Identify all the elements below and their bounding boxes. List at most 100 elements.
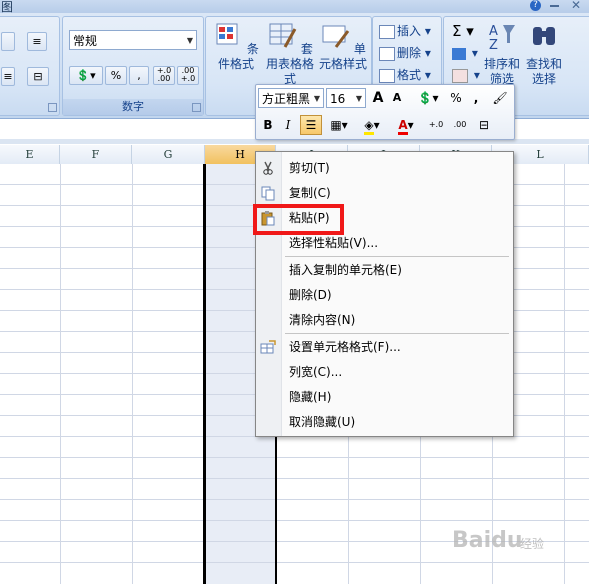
svg-text:Z: Z [489, 38, 498, 51]
font-color-icon: A [398, 118, 408, 135]
menu-item-format-cells[interactable]: 设置单元格格式(F)... [256, 336, 513, 358]
number-launcher-icon[interactable] [192, 103, 201, 112]
center-align-icon[interactable]: ☰ [300, 115, 322, 135]
binoculars-icon [533, 27, 555, 45]
close-icon[interactable]: ✕ [571, 0, 581, 12]
accounting-format-button[interactable]: 💲▾ [412, 89, 444, 107]
grid-line [0, 520, 589, 521]
chevron-down-icon[interactable]: ▼ [356, 89, 362, 109]
format-button[interactable]: 格式 ▾ [379, 65, 431, 85]
align-button[interactable] [1, 32, 15, 51]
scissors-icon [263, 161, 273, 175]
fill-button[interactable]: ▾ [452, 43, 478, 63]
menu-item-label: 取消隐藏(U) [289, 415, 356, 429]
autosum-button[interactable]: Σ ▾ [452, 21, 474, 41]
menu-item-clear-contents[interactable]: 清除内容(N) [256, 309, 513, 331]
cell-styles-icon [322, 25, 350, 48]
menu-item-cut[interactable]: 剪切(T) [256, 157, 513, 179]
menu-separator [285, 256, 509, 257]
menu-item-label: 插入复制的单元格(E) [289, 263, 402, 277]
column-header-g[interactable]: G [132, 145, 205, 164]
number-group-label: 数字 [63, 99, 203, 115]
baidu-watermark: Baidu [452, 528, 523, 553]
font-name-select[interactable]: 方正粗黑 ▼ [258, 88, 324, 108]
table-format-icon [269, 23, 297, 48]
font-color-button[interactable]: A▾ [392, 116, 420, 135]
title-bar: 图 ? ✕ [0, 0, 589, 14]
clear-button[interactable]: ▾ [452, 65, 480, 85]
number-format-select[interactable]: 常规 ▼ [69, 30, 197, 50]
menu-item-label: 列宽(C)... [289, 365, 343, 379]
indent-icon[interactable]: ≡ [1, 67, 15, 86]
delete-button[interactable]: 删除 ▾ [379, 43, 431, 63]
italic-button[interactable]: I [280, 116, 296, 134]
wrap-text-icon[interactable]: ≡ [27, 32, 47, 51]
menu-item-unhide[interactable]: 取消隐藏(U) [256, 411, 513, 433]
grow-font-button[interactable]: A [369, 89, 387, 107]
grid-line [0, 457, 589, 458]
insert-button[interactable]: 插入 ▾ [379, 21, 431, 41]
alignment-launcher-icon[interactable] [48, 103, 57, 112]
menu-item-delete[interactable]: 删除(D) [256, 284, 513, 306]
menu-item-paste-special[interactable]: 选择性粘贴(V)... [256, 232, 513, 254]
find-select-label: 查找和选择 [525, 57, 562, 86]
table-format-button[interactable]: 套用表格格式 [264, 21, 316, 87]
conditional-format-icon [216, 23, 238, 45]
font-size-value: 16 [330, 92, 346, 106]
sigma-icon: Σ [452, 22, 462, 40]
fill-down-icon [452, 47, 466, 60]
column-header-e[interactable]: E [0, 145, 60, 164]
font-size-select[interactable]: 16 ▼ [326, 88, 366, 108]
cell-styles-button[interactable]: 单元格样式 [318, 21, 368, 72]
accounting-format-button[interactable]: 💲▾ [69, 66, 103, 85]
chevron-down-icon[interactable]: ▼ [187, 31, 193, 51]
menu-item-column-width[interactable]: 列宽(C)... [256, 361, 513, 383]
increase-decimal-icon[interactable]: +.0 [426, 116, 446, 134]
fill-color-icon[interactable]: ◈▾ [358, 116, 386, 135]
alignment-group: ≡ ≡ ⊟ [0, 16, 60, 116]
sort-filter-button[interactable]: A Z 排序和筛选 [482, 21, 522, 87]
decrease-decimal-button[interactable]: .00 +.0 [177, 66, 199, 85]
bold-button[interactable]: B [260, 116, 276, 134]
comma-button[interactable]: , [129, 66, 149, 85]
baidu-watermark-sub: 经验 [520, 537, 545, 551]
menu-item-hide[interactable]: 隐藏(H) [256, 386, 513, 408]
menu-item-label: 清除内容(N) [289, 313, 356, 327]
merge-cells-icon[interactable]: ⊟ [27, 67, 49, 86]
grid-line [60, 164, 61, 584]
grid-line [0, 562, 589, 563]
menu-item-insert-copied-cells[interactable]: 插入复制的单元格(E) [256, 259, 513, 281]
copy-icon [261, 186, 275, 201]
increase-decimal-button[interactable]: +.0 .00 [153, 66, 175, 85]
delete-cells-icon [379, 46, 395, 61]
comma-button[interactable]: , [470, 89, 482, 107]
format-cells-icon [260, 340, 276, 354]
chevron-down-icon[interactable]: ▼ [314, 89, 320, 109]
column-header-f[interactable]: F [60, 145, 132, 164]
menu-item-label: 隐藏(H) [289, 390, 332, 404]
format-painter-icon[interactable]: 🖌 [490, 89, 510, 107]
decrease-decimal-icon[interactable]: .00 [450, 116, 470, 134]
svg-text:A: A [489, 24, 498, 39]
grid-line [0, 499, 589, 500]
borders-icon[interactable]: ▦▾ [326, 116, 352, 134]
grid-line [564, 164, 565, 584]
minimize-icon[interactable] [550, 5, 559, 7]
percent-button[interactable]: % [105, 66, 127, 85]
help-icon[interactable]: ? [530, 0, 541, 11]
conditional-format-button[interactable]: 条件格式 [208, 21, 264, 72]
context-menu: 剪切(T) 复制(C) 粘贴(P) 选择性粘贴(V)... 插入复制的单元格(E… [255, 151, 514, 437]
format-cells-icon [379, 68, 395, 83]
find-select-button[interactable]: 查找和选择 [524, 21, 564, 87]
shrink-font-button[interactable]: A [389, 89, 405, 107]
paste-highlight-box [253, 204, 344, 235]
menu-separator [285, 333, 509, 334]
delete-label: 删除 [397, 46, 422, 60]
menu-item-label: 设置单元格格式(F)... [289, 340, 401, 354]
percent-button[interactable]: % [448, 89, 464, 107]
merge-center-icon[interactable]: ⊟ [474, 116, 494, 134]
number-format-value: 常规 [73, 34, 98, 48]
number-group: 常规 ▼ 💲▾ % , +.0 .00 .00 +.0 数字 [62, 16, 204, 116]
menu-item-copy[interactable]: 复制(C) [256, 182, 513, 204]
sort-filter-icon: A Z [489, 24, 515, 53]
